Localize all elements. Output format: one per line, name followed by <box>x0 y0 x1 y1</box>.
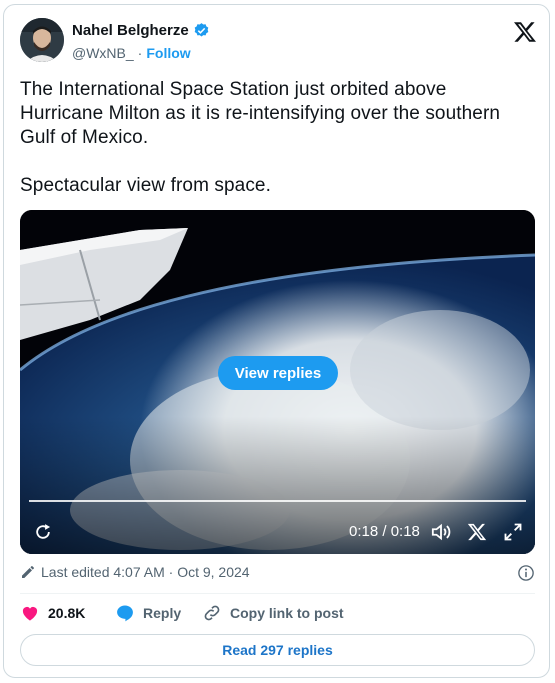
divider <box>20 593 535 594</box>
link-icon <box>204 605 220 621</box>
avatar[interactable] <box>20 18 64 62</box>
author-name-row: Nahel Belgherze <box>72 22 210 39</box>
edit-pencil-icon <box>22 566 34 578</box>
reply-button[interactable]: Reply <box>115 603 202 623</box>
fullscreen-icon[interactable] <box>503 522 523 542</box>
info-icon[interactable] <box>517 564 535 582</box>
author-handle[interactable]: @WxNB_ <box>72 45 134 61</box>
follow-button[interactable]: Follow <box>146 45 190 61</box>
action-bar: 20.8K Reply Copy link to post <box>20 603 344 623</box>
view-replies-button[interactable]: View replies <box>218 356 338 390</box>
like-count: 20.8K <box>48 605 86 621</box>
reply-bubble-icon <box>117 605 133 622</box>
reply-label: Reply <box>143 605 182 621</box>
x-logo-icon[interactable] <box>513 20 537 44</box>
replay-icon[interactable] <box>33 522 53 542</box>
copy-link-label: Copy link to post <box>230 605 344 621</box>
volume-icon[interactable] <box>430 522 452 542</box>
tweet-text: The International Space Station just orb… <box>20 79 501 196</box>
author-name[interactable]: Nahel Belgherze <box>72 22 189 39</box>
copy-link-button[interactable]: Copy link to post <box>202 603 344 623</box>
heart-icon <box>22 606 38 621</box>
author-handle-row: @WxNB_ · Follow <box>72 45 191 61</box>
read-replies-button[interactable]: Read 297 replies <box>20 634 535 666</box>
separator-dot: · <box>137 45 143 61</box>
edit-info[interactable]: Last edited 4:07 AM · Oct 9, 2024 <box>20 564 250 580</box>
video-timecode: 0:18 / 0:18 <box>349 523 420 540</box>
like-button[interactable]: 20.8K <box>20 603 115 623</box>
verified-badge-icon <box>194 23 209 37</box>
x-watermark-icon[interactable] <box>467 522 487 542</box>
edited-timestamp: Last edited 4:07 AM · Oct 9, 2024 <box>41 564 250 580</box>
video-progress-bar[interactable] <box>29 500 526 502</box>
